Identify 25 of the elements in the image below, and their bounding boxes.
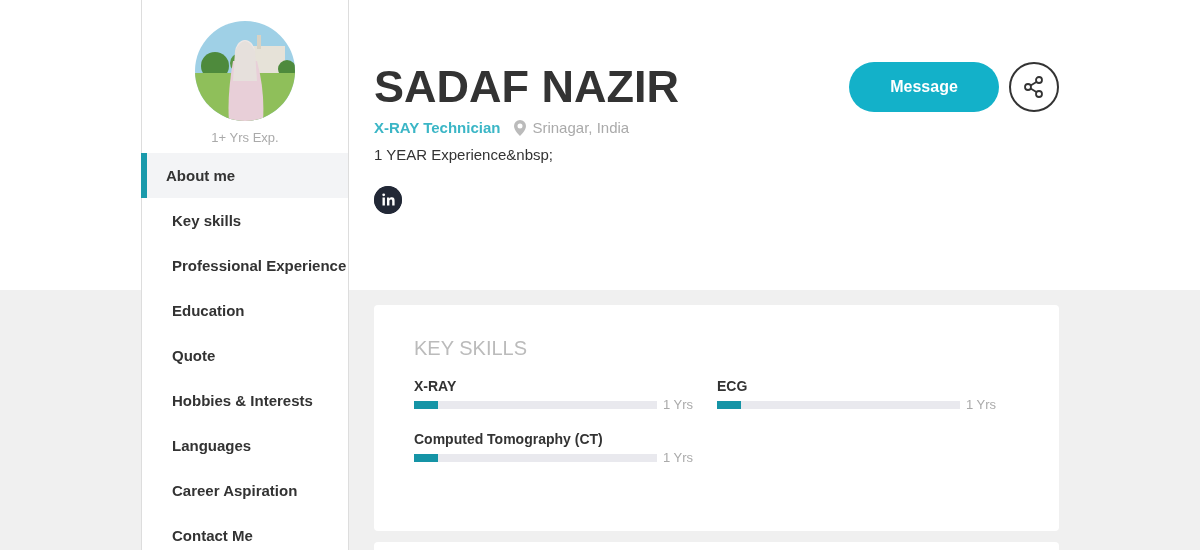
skill-years: 1 Yrs	[966, 397, 997, 412]
job-title: X-RAY Technician	[374, 118, 501, 138]
sidebar-item[interactable]: Contact Me	[141, 513, 348, 550]
sidebar-item[interactable]: About me	[141, 153, 348, 198]
section-title: KEY SKILLS	[414, 336, 529, 361]
location-pin-icon	[514, 120, 527, 136]
sidebar-item[interactable]: Professional Experience	[141, 243, 348, 288]
summary-text: 1 YEAR Experience&nbsp;	[374, 145, 554, 165]
share-icon	[1022, 75, 1046, 99]
skill-name: ECG	[717, 377, 749, 395]
skill-name: Computed Tomography (CT)	[414, 430, 604, 448]
profile-name: SADAF NAZIR	[374, 62, 679, 112]
sidebar-item[interactable]: Career Aspiration	[141, 468, 348, 513]
skill-years: 1 Yrs	[663, 450, 694, 465]
sidebar-item[interactable]: Quote	[141, 333, 348, 378]
skill-name: X-RAY	[414, 377, 458, 395]
sidebar-item[interactable]: Languages	[141, 423, 348, 468]
linkedin-icon[interactable]	[374, 186, 402, 214]
location-text: Srinagar, India	[532, 118, 630, 138]
sidebar-item[interactable]: Key skills	[141, 198, 348, 243]
sidebar-item[interactable]: Education	[141, 288, 348, 333]
skill-years: 1 Yrs	[663, 397, 694, 412]
share-button[interactable]	[1009, 62, 1059, 112]
experience-label: 1+ Yrs Exp.	[211, 130, 279, 147]
sidebar-item[interactable]: Hobbies & Interests	[141, 378, 348, 423]
